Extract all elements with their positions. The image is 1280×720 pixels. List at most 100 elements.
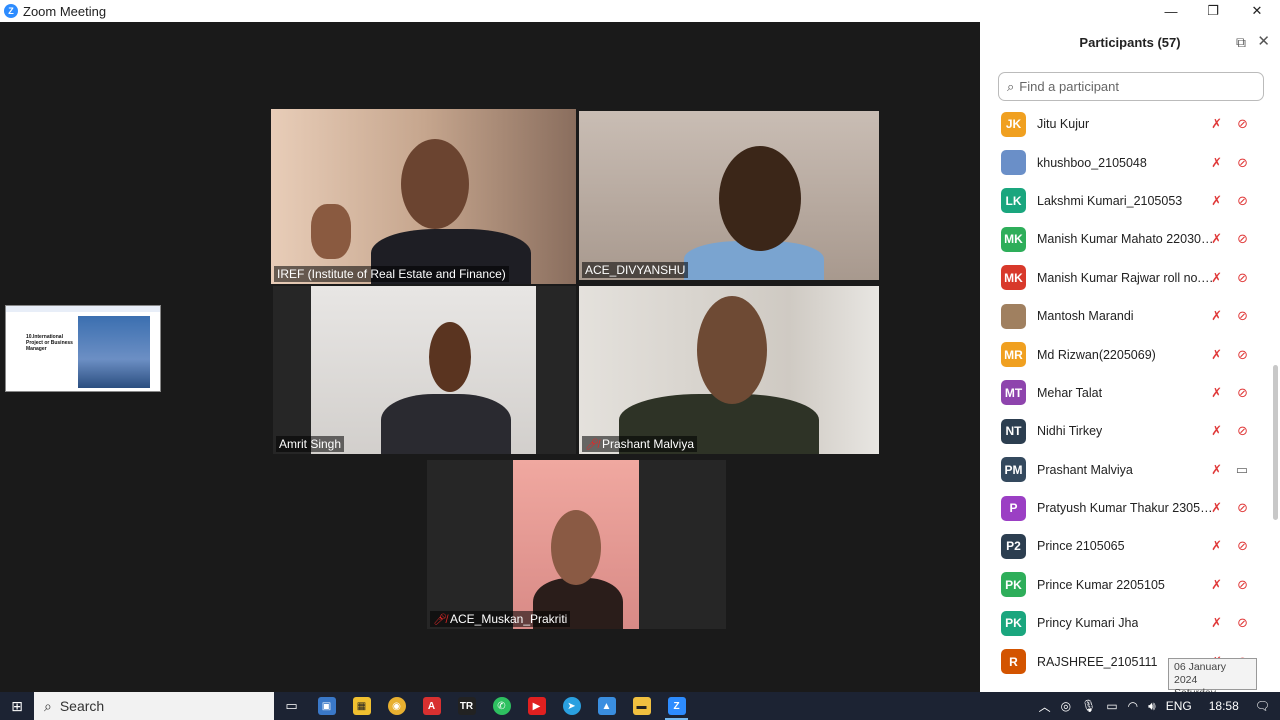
- video-camera-icon[interactable]: ▭: [1236, 462, 1248, 478]
- language-indicator[interactable]: ENG: [1161, 699, 1197, 713]
- chevron-up-icon[interactable]: ︿: [1034, 698, 1056, 715]
- participant-row[interactable]: khushboo_2105048 ✗ ⊘: [980, 143, 1272, 181]
- thumbnail-slide-image: [78, 316, 150, 388]
- video-tile-ace-divyanshu[interactable]: ACE_DIVYANSHU: [579, 111, 879, 280]
- participants-title: Participants (57): [1079, 34, 1181, 50]
- muted-mic-icon[interactable]: ✗: [1211, 116, 1222, 132]
- participant-row[interactable]: JK Jitu Kujur ✗ ⊘: [980, 105, 1272, 143]
- muted-mic-icon[interactable]: ✗: [1211, 270, 1222, 286]
- maximize-button[interactable]: ❐: [1190, 0, 1236, 22]
- avatar: PK: [1001, 610, 1026, 636]
- participant-row[interactable]: LK Lakshmi Kumari_2105053 ✗ ⊘: [980, 182, 1272, 220]
- muted-mic-icon[interactable]: ✗: [1211, 615, 1222, 631]
- video-off-icon[interactable]: ⊘: [1237, 423, 1248, 439]
- video-off-icon[interactable]: ⊘: [1237, 347, 1248, 363]
- muted-mic-icon[interactable]: ✗: [1211, 308, 1222, 324]
- telegram-icon[interactable]: ➤: [554, 692, 589, 720]
- date-tooltip: 06 January 2024 Saturday: [1168, 658, 1257, 699]
- scrollbar-thumb[interactable]: [1273, 365, 1278, 520]
- photos-icon[interactable]: ▲: [589, 692, 624, 720]
- avatar: P: [1001, 495, 1026, 521]
- clock[interactable]: 18:58: [1197, 699, 1251, 713]
- video-off-icon[interactable]: ⊘: [1237, 615, 1248, 631]
- participant-row[interactable]: MK Manish Kumar Mahato 220304... ✗ ⊘: [980, 220, 1272, 258]
- muted-mic-icon[interactable]: ✗: [1211, 462, 1222, 478]
- muted-mic-icon: 🎤︎̸: [433, 613, 447, 626]
- participant-row[interactable]: PK Prince Kumar 2205105 ✗ ⊘: [980, 566, 1272, 604]
- popout-icon[interactable]: ⧉: [1236, 34, 1246, 51]
- video-off-icon[interactable]: ⊘: [1237, 538, 1248, 554]
- video-off-icon[interactable]: ⊘: [1237, 116, 1248, 132]
- window-title: Zoom Meeting: [23, 3, 107, 19]
- muted-mic-icon[interactable]: ✗: [1211, 193, 1222, 209]
- video-off-icon[interactable]: ⊘: [1237, 231, 1248, 247]
- video-off-icon[interactable]: ⊘: [1237, 500, 1248, 516]
- muted-mic-icon[interactable]: ✗: [1211, 500, 1222, 516]
- battery-icon[interactable]: ▭: [1101, 699, 1122, 713]
- participant-row[interactable]: P Pratyush Kumar Thakur 2305055 ✗ ⊘: [980, 489, 1272, 527]
- video-off-icon[interactable]: ⊘: [1237, 270, 1248, 286]
- taskbar-search-label: Search: [59, 698, 105, 714]
- volume-icon[interactable]: 🔊︎: [1143, 699, 1161, 714]
- video-tile-amrit-singh[interactable]: Amrit Singh: [273, 286, 576, 454]
- participant-search[interactable]: ⌕: [998, 72, 1264, 101]
- file-explorer-icon[interactable]: ▬: [624, 692, 659, 720]
- avatar: NT: [1001, 418, 1026, 444]
- zoom-taskbar-icon[interactable]: Z: [659, 692, 694, 720]
- wifi-icon[interactable]: ◠: [1123, 699, 1143, 713]
- muted-mic-icon[interactable]: ✗: [1211, 385, 1222, 401]
- tile-name-label: 🎤︎̸ Prashant Malviya: [582, 436, 698, 452]
- muted-mic-icon[interactable]: ✗: [1211, 231, 1222, 247]
- participant-name: RAJSHREE_2105111: [1037, 654, 1158, 669]
- zoom-logo-icon: Z: [4, 4, 18, 18]
- video-tile-prashant-malviya[interactable]: 🎤︎̸ Prashant Malviya: [579, 286, 879, 454]
- whatsapp-icon[interactable]: ✆: [484, 692, 519, 720]
- chrome-icon[interactable]: ◉: [379, 692, 414, 720]
- display-settings-icon[interactable]: ▣: [309, 692, 344, 720]
- avatar: [1001, 150, 1026, 176]
- notification-icon[interactable]: 🗨︎: [1251, 699, 1280, 713]
- muted-mic-icon[interactable]: ✗: [1211, 423, 1222, 439]
- video-tile-ace-muskan-prakriti[interactable]: 🎤︎̸ ACE_Muskan_Prakriti: [427, 460, 726, 629]
- participant-list-scrollbar[interactable]: [1272, 105, 1278, 685]
- muted-mic-icon[interactable]: ✗: [1211, 347, 1222, 363]
- muted-mic-icon[interactable]: ✗: [1211, 577, 1222, 593]
- video-off-icon[interactable]: ⊘: [1237, 385, 1248, 401]
- microphone-icon[interactable]: 🎙︎: [1076, 699, 1101, 713]
- participant-row[interactable]: MT Mehar Talat ✗ ⊘: [980, 374, 1272, 412]
- participant-video: [513, 460, 639, 629]
- thumbnail-toolbar: [6, 306, 160, 312]
- windows-start-icon[interactable]: ⊞: [0, 692, 34, 720]
- video-off-icon[interactable]: ⊘: [1237, 308, 1248, 324]
- tr-app-icon[interactable]: TR: [449, 692, 484, 720]
- participant-row[interactable]: MK Manish Kumar Rajwar roll no.2... ✗ ⊘: [980, 259, 1272, 297]
- task-view-icon[interactable]: ▭: [274, 692, 309, 720]
- participant-name: Jitu Kujur: [1037, 117, 1090, 132]
- muted-mic-icon[interactable]: ✗: [1211, 538, 1222, 554]
- close-button[interactable]: ✕: [1234, 0, 1280, 22]
- youtube-icon[interactable]: ▶: [519, 692, 554, 720]
- shared-screen-thumbnail[interactable]: 10.International Project or Business Man…: [5, 305, 161, 392]
- close-icon[interactable]: ✕: [1257, 32, 1270, 50]
- video-off-icon[interactable]: ⊘: [1237, 577, 1248, 593]
- muted-mic-icon[interactable]: ✗: [1211, 155, 1222, 171]
- acrobat-icon[interactable]: A: [414, 692, 449, 720]
- meet-now-icon[interactable]: ◎: [1056, 699, 1076, 713]
- avatar: MK: [1001, 265, 1026, 291]
- video-off-icon[interactable]: ⊘: [1237, 155, 1248, 171]
- participant-row[interactable]: Mantosh Marandi ✗ ⊘: [980, 297, 1272, 335]
- participant-name: Prince Kumar 2205105: [1037, 577, 1165, 592]
- participant-row[interactable]: PM Prashant Malviya ✗ ▭: [980, 451, 1272, 489]
- participant-row[interactable]: PK Princy Kumari Jha ✗ ⊘: [980, 604, 1272, 642]
- participant-row[interactable]: NT Nidhi Tirkey ✗ ⊘: [980, 412, 1272, 450]
- participant-name: Princy Kumari Jha: [1037, 616, 1139, 631]
- avatar: MT: [1001, 380, 1026, 406]
- search-input[interactable]: [1019, 79, 1250, 94]
- participant-row[interactable]: P2 Prince 2105065 ✗ ⊘: [980, 527, 1272, 565]
- store-icon[interactable]: ▦: [344, 692, 379, 720]
- participant-row[interactable]: MR Md Rizwan(2205069) ✗ ⊘: [980, 335, 1272, 373]
- taskbar-search[interactable]: ⌕ Search: [34, 692, 274, 720]
- video-off-icon[interactable]: ⊘: [1237, 193, 1248, 209]
- video-tile-iref[interactable]: IREF (Institute of Real Estate and Finan…: [271, 109, 576, 284]
- minimize-button[interactable]: —: [1148, 0, 1194, 22]
